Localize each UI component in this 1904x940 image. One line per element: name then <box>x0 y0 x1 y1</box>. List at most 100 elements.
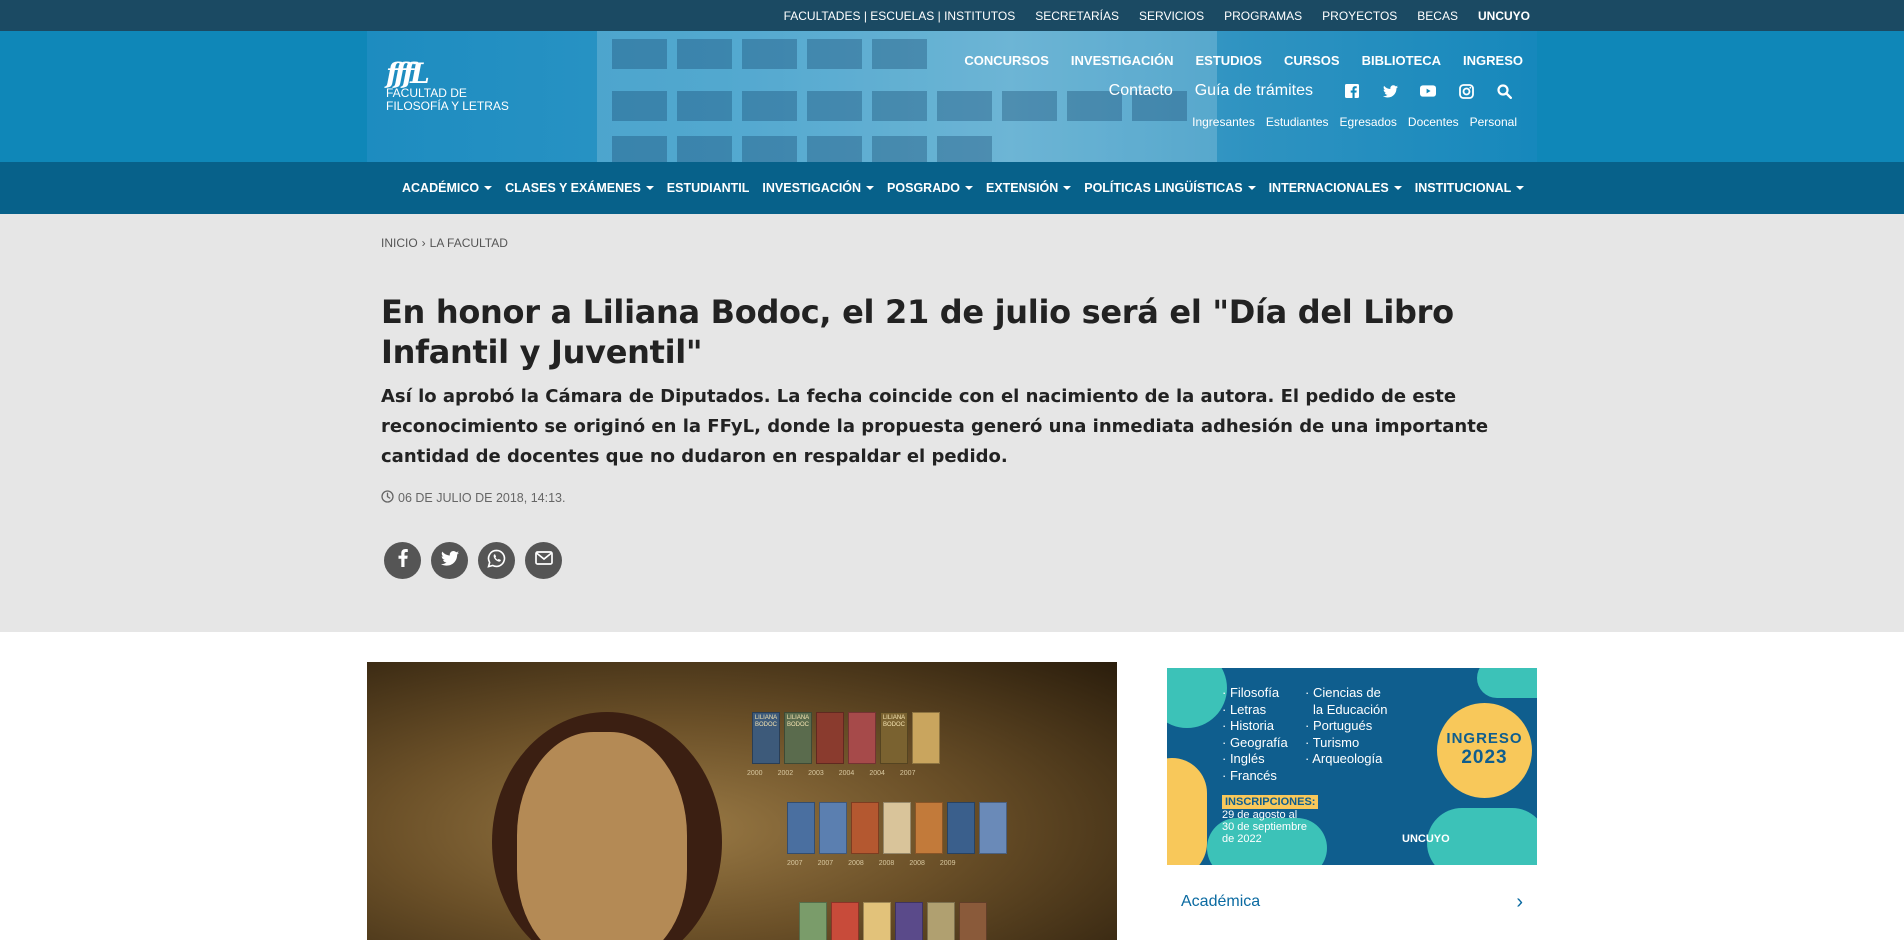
chevron-right-icon: › <box>1516 891 1523 913</box>
nav-item-label: ESTUDIANTIL <box>666 181 750 195</box>
audience-link-docentes[interactable]: Docentes <box>1408 115 1459 129</box>
top-link-uncuyo[interactable]: UNCUYO <box>1478 9 1530 23</box>
share-facebook-button[interactable] <box>384 542 421 579</box>
career-item: la Educación <box>1313 701 1388 717</box>
photo-face <box>517 732 687 940</box>
caret-down-icon <box>1247 186 1256 190</box>
twitter-icon[interactable] <box>1382 83 1398 99</box>
caret-down-icon <box>1393 186 1402 190</box>
header-link-guia-tramites[interactable]: Guía de trámites <box>1195 82 1313 100</box>
header-link-biblioteca[interactable]: BIBLIOTECA <box>1362 53 1441 68</box>
nav-item-extension[interactable]: EXTENSIÓN <box>986 181 1072 195</box>
header-link-cursos[interactable]: CURSOS <box>1284 53 1340 68</box>
nav-item-label: ACADÉMICO <box>402 181 480 195</box>
nav-item-investigacion[interactable]: INVESTIGACIÓN <box>762 181 875 195</box>
nav-item-label: POSGRADO <box>887 181 960 195</box>
career-item: · Geografía <box>1222 734 1288 750</box>
book-label: LILIANA BODOC <box>754 715 778 728</box>
year-label: 2002 <box>777 770 794 777</box>
year-label: 2008 <box>848 860 864 867</box>
nav-item-label: INSTITUCIONAL <box>1414 181 1512 195</box>
audience-link-ingresantes[interactable]: Ingresantes <box>1192 115 1255 129</box>
breadcrumb: INICIO › LA FACULTAD <box>381 236 508 250</box>
faculty-logo[interactable]: fffL FACULTAD DE FILOSOFÍA Y LETRAS <box>386 57 516 127</box>
inscripciones-dates: de 2022 <box>1222 833 1262 845</box>
article-subtitle: Así lo aprobó la Cámara de Diputados. La… <box>381 386 1489 467</box>
twitter-icon <box>440 550 459 571</box>
top-link-secretarias[interactable]: SECRETARÍAS <box>1035 9 1119 23</box>
audience-link-egresados[interactable]: Egresados <box>1340 115 1397 129</box>
caret-down-icon <box>866 186 875 190</box>
nav-item-label: INVESTIGACIÓN <box>762 181 862 195</box>
nav-item-label: POLÍTICAS LINGÜÍSTICAS <box>1084 181 1243 195</box>
audience-link-estudiantes[interactable]: Estudiantes <box>1266 115 1329 129</box>
year-label: 2008 <box>878 860 895 867</box>
year-label: 2004 <box>838 770 855 777</box>
search-icon[interactable] <box>1496 83 1512 99</box>
share-email-button[interactable] <box>525 542 562 579</box>
nav-item-internacionales[interactable]: INTERNACIONALES <box>1269 181 1402 195</box>
career-item: · Portugués <box>1305 718 1373 733</box>
uncuyo-logo-text: UNCUYO <box>1402 833 1450 845</box>
article-date: 06 DE JULIO DE 2018, 14:13. <box>381 490 565 506</box>
career-item: · Francés <box>1222 767 1277 783</box>
breadcrumb-la-facultad[interactable]: LA FACULTAD <box>430 236 508 250</box>
caret-down-icon <box>1516 186 1525 190</box>
ingreso-badge: INGRESO 2023 <box>1437 703 1532 798</box>
banner-careers-col1: · Filosofía · Letras · Historia · Geogra… <box>1222 685 1288 784</box>
top-link-servicios[interactable]: SERVICIOS <box>1139 9 1204 23</box>
caret-down-icon <box>1063 186 1072 190</box>
audience-link-personal[interactable]: Personal <box>1470 115 1517 129</box>
book-years: 2000 2002 2003 2004 2004 2007 <box>747 770 915 777</box>
clock-icon <box>381 490 394 506</box>
caret-down-icon <box>645 186 654 190</box>
book-label: LILIANA BODOC <box>882 715 906 728</box>
career-item: · Inglés <box>1222 751 1265 766</box>
header-link-estudios[interactable]: ESTUDIOS <box>1195 53 1261 68</box>
year-label: 2008 <box>909 860 925 867</box>
instagram-icon[interactable] <box>1458 83 1474 99</box>
header-link-concursos[interactable]: CONCURSOS <box>964 53 1049 68</box>
header-audience-links: Ingresantes Estudiantes Egresados Docent… <box>1192 115 1517 129</box>
header-link-contacto[interactable]: Contacto <box>1109 82 1173 100</box>
ingreso-2023-banner[interactable]: · Filosofía · Letras · Historia · Geogra… <box>1167 668 1537 865</box>
header-link-ingreso[interactable]: INGRESO <box>1463 53 1523 68</box>
facebook-icon[interactable] <box>1344 83 1360 99</box>
logo-text: FACULTAD DE FILOSOFÍA Y LETRAS <box>386 87 526 113</box>
banner-careers-col2: · Ciencias de la Educación · Portugués ·… <box>1305 685 1387 768</box>
nav-item-clases-examenes[interactable]: CLASES Y EXÁMENES <box>505 181 654 195</box>
share-whatsapp-button[interactable] <box>478 542 515 579</box>
nav-item-estudiantil[interactable]: ESTUDIANTIL <box>667 181 750 195</box>
top-link-facultades[interactable]: FACULTADES | ESCUELAS | INSTITUTOS <box>784 9 1016 23</box>
top-link-becas[interactable]: BECAS <box>1417 9 1458 23</box>
breadcrumb-separator: › <box>421 236 426 250</box>
article-title: En honor a Liliana Bodoc, el 21 de julio… <box>381 293 1454 371</box>
career-item: · Filosofía <box>1222 685 1280 700</box>
top-link-proyectos[interactable]: PROYECTOS <box>1322 9 1397 23</box>
career-item: · Historia <box>1222 718 1275 733</box>
sidebar-link-academica[interactable]: Académica › <box>1167 880 1537 924</box>
nav-item-posgrado[interactable]: POSGRADO <box>887 181 973 195</box>
nav-item-label: INTERNACIONALES <box>1268 181 1389 195</box>
nav-item-academico[interactable]: ACADÉMICO <box>402 181 493 195</box>
site-header: fffL FACULTAD DE FILOSOFÍA Y LETRAS CONC… <box>0 31 1904 162</box>
main-navigation: ACADÉMICO CLASES Y EXÁMENES ESTUDIANTIL … <box>0 162 1904 214</box>
share-twitter-button[interactable] <box>431 542 468 579</box>
year-label: 2007 <box>787 860 803 867</box>
breadcrumb-inicio[interactable]: INICIO <box>381 236 418 250</box>
youtube-icon[interactable] <box>1420 83 1436 99</box>
banner-decor <box>1477 668 1537 698</box>
header-secondary-links: Contacto Guía de trámites <box>1109 82 1523 100</box>
inscripciones-label: INSCRIPCIONES: <box>1222 795 1319 809</box>
top-link-programas[interactable]: PROGRAMAS <box>1224 9 1302 23</box>
nav-item-institucional[interactable]: INSTITUCIONAL <box>1415 181 1525 195</box>
header-link-investigacion[interactable]: INVESTIGACIÓN <box>1071 53 1174 68</box>
nav-item-politicas-linguisticas[interactable]: POLÍTICAS LINGÜÍSTICAS <box>1084 181 1256 195</box>
facebook-icon <box>398 549 408 572</box>
career-item: · Letras <box>1222 701 1267 717</box>
career-item: · Arqueología <box>1305 751 1383 766</box>
book-years: 2007 2007 2008 2008 2008 2009 <box>787 860 955 867</box>
share-buttons <box>384 542 562 579</box>
book-label: LILIANA BODOC <box>786 715 810 728</box>
ingreso-year: 2023 <box>1461 747 1508 768</box>
